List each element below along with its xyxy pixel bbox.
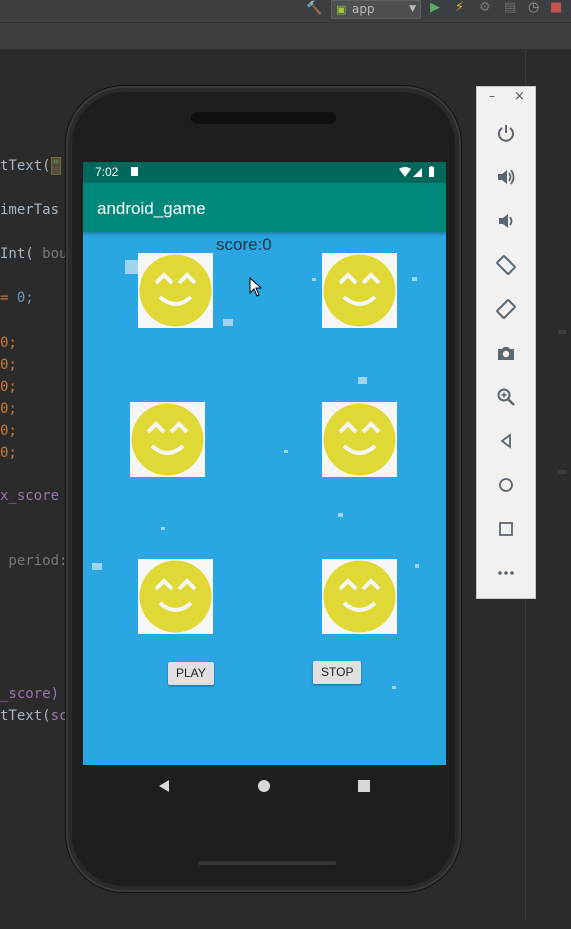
more-icon — [498, 571, 514, 575]
code-line: 0; — [0, 335, 17, 351]
battery-icon — [429, 166, 434, 177]
falling-square — [338, 513, 343, 517]
falling-square — [412, 277, 417, 281]
volume-down-button[interactable] — [491, 207, 521, 235]
volume-down-icon — [499, 214, 513, 228]
code-line: 0; — [0, 357, 17, 373]
screenshot-button[interactable] — [491, 339, 521, 367]
code-line: 0; — [0, 379, 17, 395]
nav-home-icon[interactable] — [258, 780, 270, 792]
falling-square — [415, 564, 419, 568]
falling-square — [392, 686, 396, 689]
stop-button[interactable]: STOP — [313, 661, 362, 684]
falling-square — [161, 527, 165, 530]
smiley-target[interactable] — [322, 253, 397, 328]
falling-square — [223, 319, 233, 326]
code-line: 0; — [0, 401, 17, 417]
code-line: Int( bou — [0, 246, 68, 262]
camera-icon — [498, 347, 514, 360]
code-line: tText(sc — [0, 708, 68, 724]
android-app-icon: ▣ — [336, 3, 347, 16]
phone-bottom-speaker — [198, 861, 336, 865]
code-line: x_score — [0, 488, 60, 504]
emulator-control-panel: – × — [476, 86, 536, 599]
device-screen[interactable]: 7:02 android_game score:0 PLAY STOP — [83, 162, 446, 765]
profile-icon[interactable]: ◷ — [528, 0, 539, 15]
code-line: 0; — [0, 445, 17, 461]
back-icon — [500, 433, 511, 449]
code-line: = 0; — [0, 290, 34, 306]
smiley-target[interactable] — [130, 402, 205, 477]
app-bar: android_game — [83, 183, 446, 232]
scroll-marker — [558, 470, 566, 474]
home-icon — [499, 478, 513, 492]
nav-back-icon[interactable] — [159, 780, 169, 792]
run-config-dropdown[interactable]: ▣ app ▼ — [331, 0, 421, 19]
falling-square — [284, 450, 288, 453]
app-title: android_game — [97, 199, 206, 218]
status-time: 7:02 — [95, 165, 119, 179]
nav-overview-icon[interactable] — [358, 780, 370, 792]
rotate-right-button[interactable] — [491, 295, 521, 323]
zoom-button[interactable] — [491, 383, 521, 411]
system-nav-bar — [83, 765, 446, 807]
smiley-face-icon — [323, 403, 396, 476]
rotate-left-button[interactable] — [491, 251, 521, 279]
falling-square — [312, 278, 316, 281]
mouse-pointer-icon — [249, 277, 263, 297]
code-line: _score) — [0, 686, 60, 702]
rotate-right-icon — [496, 299, 516, 319]
code-line: period: — [0, 553, 68, 569]
minimize-button[interactable]: – — [489, 89, 495, 103]
ide-toolbar: 🔨 ▣ app ▼ ▶ ⚡ ⚙ ▤ ◷ ■ — [0, 0, 571, 23]
status-icons — [398, 166, 436, 181]
falling-square — [358, 377, 367, 384]
code-line: imerTas — [0, 202, 60, 218]
smiley-face-icon — [323, 560, 396, 633]
power-button[interactable] — [491, 119, 521, 147]
power-icon — [498, 125, 514, 142]
close-button[interactable]: × — [514, 89, 525, 104]
code-line: 0; — [0, 423, 17, 439]
wifi-icon — [399, 167, 411, 177]
build-hammer-icon[interactable]: 🔨 — [306, 1, 322, 16]
smiley-face-icon — [323, 254, 396, 327]
smiley-face-icon — [139, 560, 212, 633]
overview-icon — [499, 522, 513, 536]
apply-changes-icon[interactable]: ⚡ — [455, 0, 464, 15]
run-config-label: app — [352, 2, 375, 16]
editor-tabs-strip — [0, 23, 571, 50]
volume-up-button[interactable] — [491, 163, 521, 191]
overview-button[interactable] — [491, 515, 521, 543]
smiley-target[interactable] — [138, 559, 213, 634]
smiley-target[interactable] — [138, 253, 213, 328]
falling-square — [125, 260, 139, 274]
sd-card-icon — [131, 167, 138, 176]
volume-up-icon — [498, 169, 515, 185]
rotate-left-icon — [496, 255, 516, 275]
phone-speaker-grille — [191, 112, 336, 124]
smiley-target[interactable] — [322, 402, 397, 477]
signal-icon — [413, 168, 422, 177]
zoom-icon — [497, 388, 515, 406]
more-button[interactable] — [491, 559, 521, 587]
debug-icon[interactable]: ⚙ — [479, 0, 491, 15]
home-button[interactable] — [491, 471, 521, 499]
falling-square — [92, 563, 102, 570]
scroll-marker — [558, 330, 566, 334]
status-bar: 7:02 — [83, 162, 446, 183]
stop-icon[interactable]: ■ — [550, 0, 562, 15]
chevron-down-icon: ▼ — [409, 4, 416, 14]
smiley-face-icon — [131, 403, 204, 476]
back-button[interactable] — [491, 427, 521, 455]
attach-debugger-icon[interactable]: ▤ — [504, 0, 516, 15]
smiley-face-icon — [139, 254, 212, 327]
run-icon[interactable]: ▶ — [430, 0, 440, 15]
code-line: tText(" — [0, 157, 62, 175]
play-button[interactable]: PLAY — [168, 662, 214, 685]
score-label: score:0 — [216, 235, 272, 254]
smiley-target[interactable] — [322, 559, 397, 634]
